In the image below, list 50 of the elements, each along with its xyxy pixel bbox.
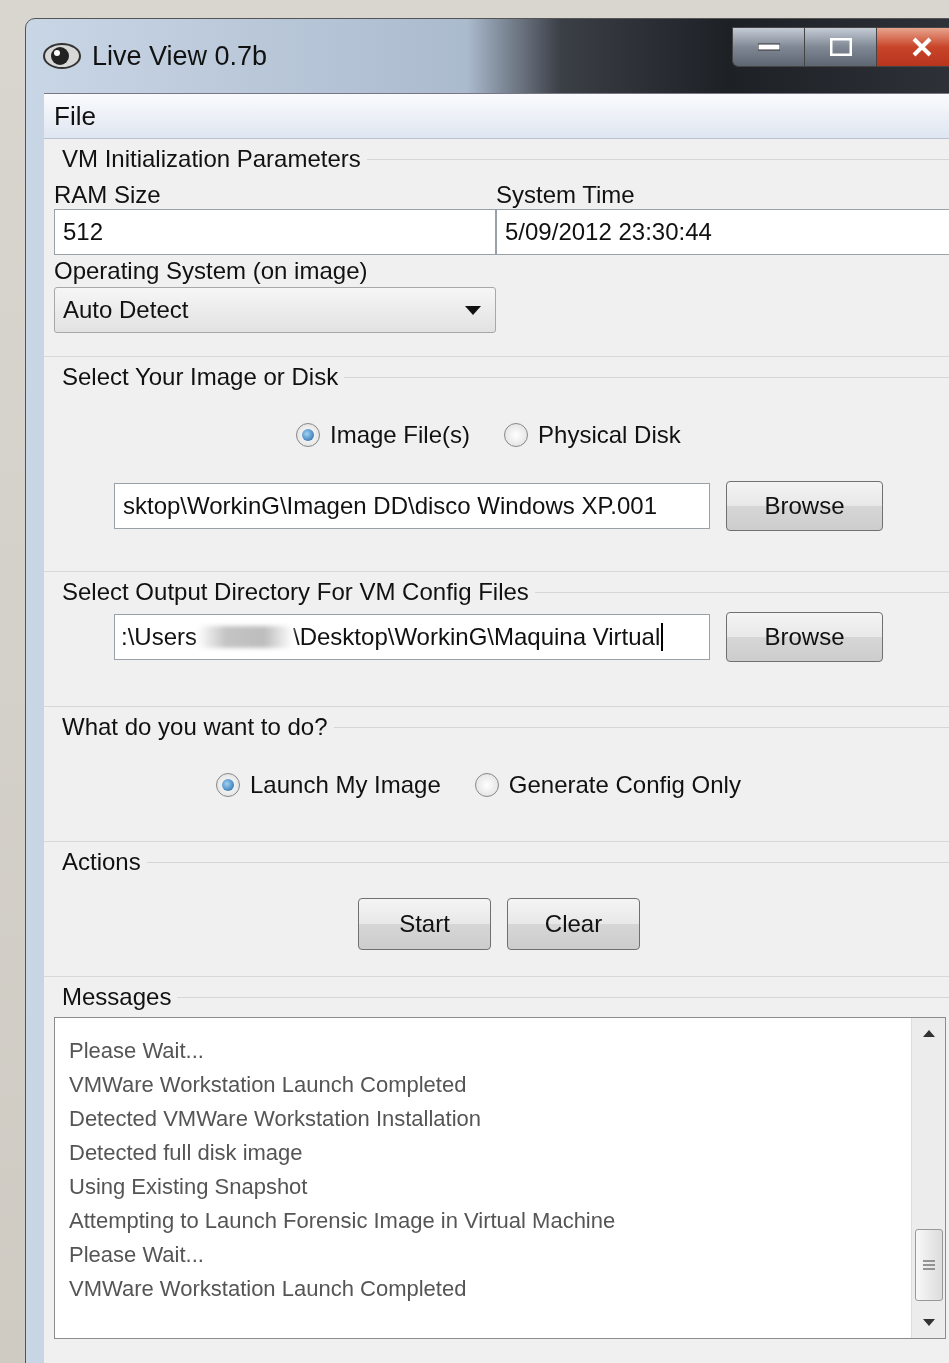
- field-label: RAM Size: [54, 181, 162, 209]
- action-button[interactable]: Start: [358, 898, 491, 950]
- system-time-field[interactable]: 5/09/2012 23:30:44: [496, 209, 949, 255]
- grip-icon: [922, 1259, 935, 1271]
- log-line: Detected VMWare Workstation Installation: [69, 1105, 483, 1133]
- section-title: Select Your Image or Disk: [62, 363, 339, 391]
- minimize-button[interactable]: [733, 28, 805, 66]
- close-icon: [910, 37, 933, 57]
- browse-button[interactable]: Browse: [726, 481, 883, 531]
- action-button[interactable]: Clear: [507, 898, 640, 950]
- section-title: Select Output Directory For VM Config Files: [62, 578, 529, 606]
- radio-button[interactable]: [296, 423, 320, 447]
- log-line: Please Wait...: [69, 1037, 205, 1065]
- radio-option[interactable]: Launch My Image: [216, 771, 441, 799]
- text-cursor: [661, 623, 664, 651]
- radio-button[interactable]: [474, 773, 499, 797]
- log-line: Using Existing Snapshot: [69, 1173, 309, 1201]
- log-line: Attempting to Launch Forensic Image in Virtual Machine: [69, 1207, 617, 1235]
- radio-button[interactable]: [504, 423, 529, 447]
- log-line: VMWare Workstation Launch Completed: [69, 1071, 468, 1099]
- scroll-up-icon: [922, 1030, 935, 1037]
- log-line: VMWare Workstation Launch Completed: [69, 1275, 468, 1303]
- log-line: Please Wait...: [69, 1241, 205, 1269]
- section-title: Actions: [62, 848, 141, 876]
- radio-option[interactable]: Generate Config Only: [474, 771, 741, 799]
- window-title: Live View 0.7b: [92, 40, 268, 72]
- maximize-button[interactable]: [805, 28, 877, 66]
- log-line: Detected full disk image: [69, 1139, 304, 1167]
- maximize-icon: [829, 38, 852, 56]
- menu-item[interactable]: File: [52, 100, 98, 132]
- scroll-thumb[interactable]: [914, 1229, 943, 1301]
- minimize-icon: [757, 43, 780, 51]
- section-title: VM Initialization Parameters: [62, 145, 361, 173]
- scroll-down-icon: [922, 1319, 935, 1326]
- caret-icon: [465, 305, 481, 315]
- os-dropdown[interactable]: Auto Detect: [54, 287, 496, 333]
- browse-button[interactable]: Browse: [726, 612, 883, 662]
- section-title: What do you want to do?: [62, 713, 328, 741]
- radio-option[interactable]: Image File(s): [296, 421, 471, 449]
- section-title: Messages: [62, 983, 172, 1011]
- radio-button[interactable]: [216, 773, 240, 797]
- eye-icon: [42, 41, 82, 71]
- ram-size-field[interactable]: 512: [54, 209, 496, 255]
- field-label: System Time: [496, 181, 636, 209]
- field-label: Operating System (on image): [54, 257, 369, 285]
- scrollbar[interactable]: [911, 1018, 945, 1338]
- radio-option[interactable]: Physical Disk: [504, 421, 681, 449]
- close-button[interactable]: [877, 28, 949, 66]
- output-path-field[interactable]: :\Users \Desktop\WorkinG\Maquina Virtual: [114, 614, 710, 660]
- image-path-field[interactable]: sktop\WorkinG\Imagen DD\disco Windows XP.001: [114, 483, 710, 529]
